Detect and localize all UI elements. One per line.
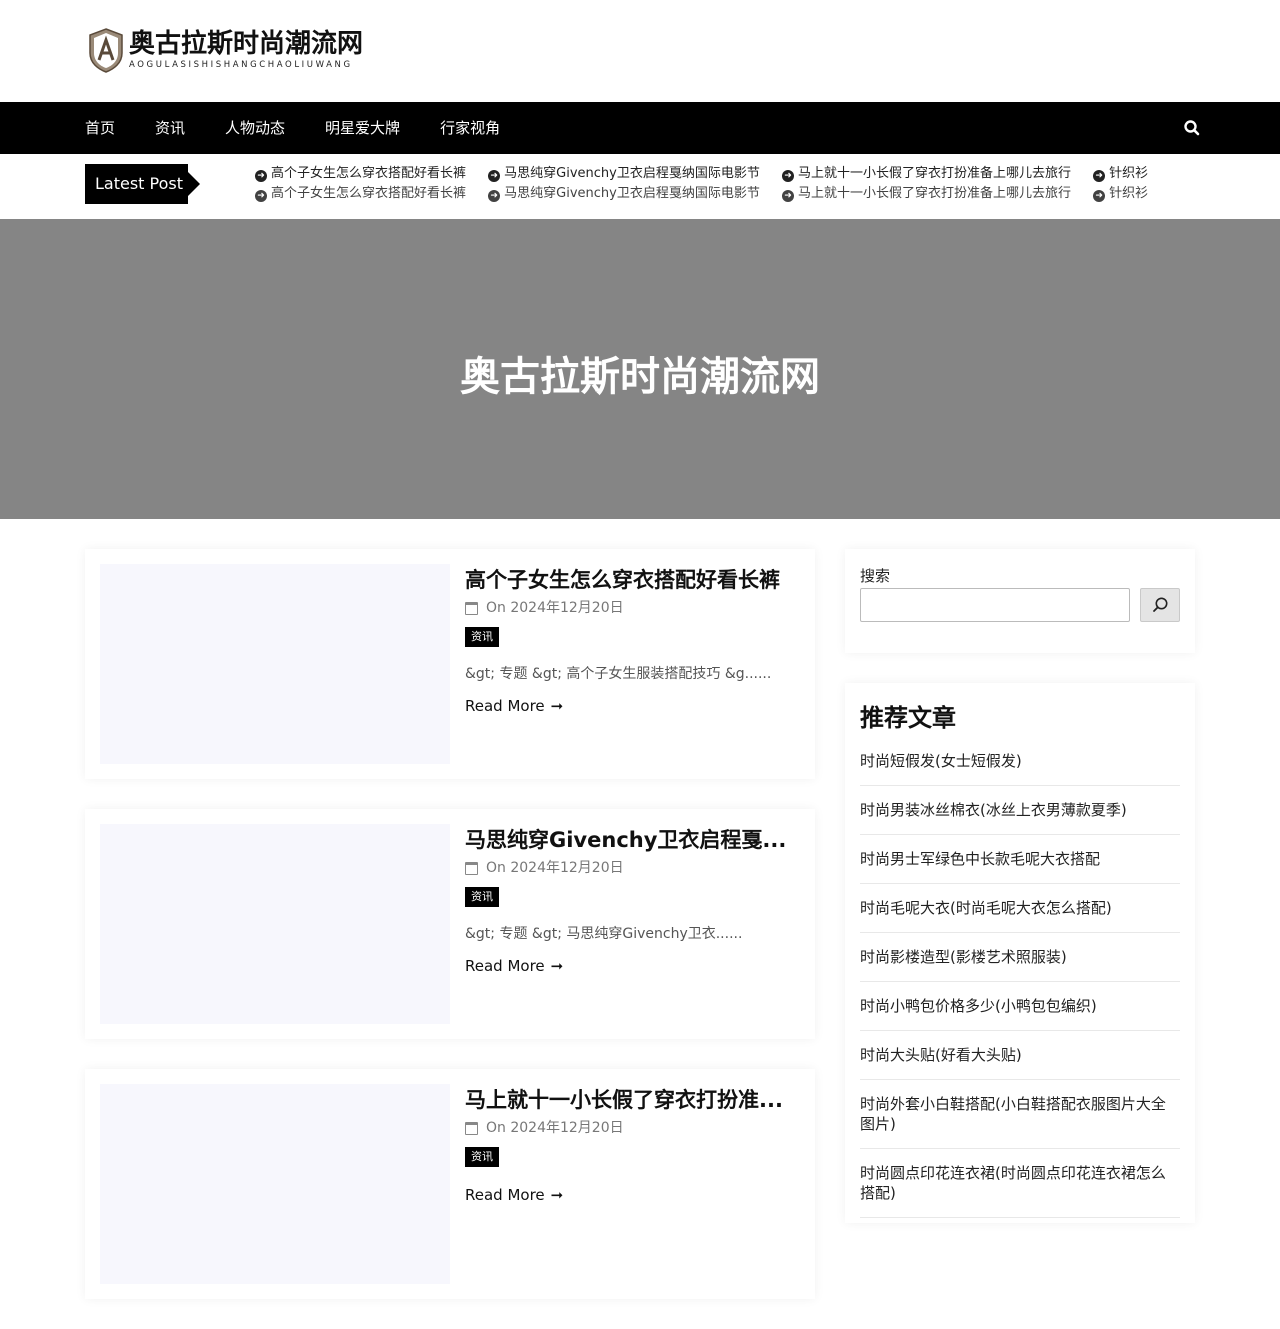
site-logo[interactable]: 奥古拉斯时尚潮流网 AOGULASISHISHANGCHAOLIUWANG bbox=[87, 27, 363, 73]
calendar-icon bbox=[465, 1121, 478, 1135]
sidebar: 搜索 推荐文章 时尚短假发(女士短假发) 时尚男装冰丝棉衣(冰丝上衣男薄款夏季)… bbox=[845, 549, 1195, 1253]
search-icon[interactable] bbox=[1182, 118, 1202, 138]
post-category-badge[interactable]: 资讯 bbox=[465, 1147, 499, 1167]
arrow-right-icon: ➞ bbox=[550, 1186, 564, 1204]
recommended-widget: 推荐文章 时尚短假发(女士短假发) 时尚男装冰丝棉衣(冰丝上衣男薄款夏季) 时尚… bbox=[845, 683, 1195, 1223]
nav-item-people[interactable]: 人物动态 bbox=[225, 102, 285, 154]
site-header: 奥古拉斯时尚潮流网 AOGULASISHISHANGCHAOLIUWANG bbox=[0, 0, 1280, 102]
search-label: 搜索 bbox=[860, 567, 891, 585]
latest-post-ticker: Latest Post ➜ 高个子女生怎么穿衣搭配好看长裤 ➜ 马思纯穿Givenc… bbox=[0, 154, 1280, 219]
ticker-item-text: 高个子女生怎么穿衣搭配好看长裤 bbox=[271, 186, 467, 201]
ticker-item[interactable]: ➜ 针织衫 bbox=[1093, 184, 1148, 204]
arrow-right-icon: ➞ bbox=[550, 697, 564, 715]
search-widget: 搜索 bbox=[845, 549, 1195, 653]
ticker-item[interactable]: ➜ 针织衫 bbox=[1093, 164, 1148, 184]
ticker-row-next: ➜ 高个子女生怎么穿衣搭配好看长裤 ➜ 马思纯穿Givenchy卫衣启程戛纳国际电影… bbox=[255, 184, 1195, 204]
post-title[interactable]: 马上就十一小长假了穿衣打扮准... bbox=[465, 1084, 800, 1116]
search-icon bbox=[1153, 597, 1168, 612]
post-title[interactable]: 高个子女生怎么穿衣搭配好看长裤 bbox=[465, 564, 800, 596]
read-more-link[interactable]: Read More ➞ bbox=[465, 954, 800, 978]
arrow-circle-right-icon: ➜ bbox=[782, 170, 794, 182]
post-date-text: On 2024年12月20日 bbox=[486, 1120, 624, 1136]
nav-item-expert-view[interactable]: 行家视角 bbox=[440, 102, 500, 154]
post-thumbnail[interactable] bbox=[100, 1084, 450, 1284]
hero-banner: 奥古拉斯时尚潮流网 bbox=[0, 219, 1280, 519]
ticker-item[interactable]: ➜ 高个子女生怎么穿衣搭配好看长裤 bbox=[255, 164, 466, 184]
nav-item-home[interactable]: 首页 bbox=[85, 102, 115, 154]
post-category-badge[interactable]: 资讯 bbox=[465, 627, 499, 647]
read-more-label: Read More bbox=[465, 1186, 545, 1204]
post-date: On 2024年12月20日 bbox=[465, 596, 800, 620]
recommended-item[interactable]: 时尚短假发(女士短假发) bbox=[860, 751, 1180, 786]
post-date: On 2024年12月20日 bbox=[465, 856, 800, 880]
recommended-item[interactable]: 时尚男士军绿色中长款毛呢大衣搭配 bbox=[860, 835, 1180, 884]
recommended-item[interactable]: 时尚毛呢大衣(时尚毛呢大衣怎么搭配) bbox=[860, 884, 1180, 933]
ticker-item[interactable]: ➜ 高个子女生怎么穿衣搭配好看长裤 bbox=[255, 184, 466, 204]
ticker-track: ➜ 高个子女生怎么穿衣搭配好看长裤 ➜ 马思纯穿Givenchy卫衣启程戛纳国际电影… bbox=[255, 164, 1195, 204]
post-card: 高个子女生怎么穿衣搭配好看长裤 On 2024年12月20日 资讯 &gt; 专… bbox=[85, 549, 815, 779]
ticker-item-text: 马上就十一小长假了穿衣打扮准备上哪儿去旅行 bbox=[798, 166, 1072, 181]
post-list: 高个子女生怎么穿衣搭配好看长裤 On 2024年12月20日 资讯 &gt; 专… bbox=[85, 549, 815, 1329]
recommended-title: 推荐文章 bbox=[860, 704, 956, 732]
search-input[interactable] bbox=[860, 588, 1130, 622]
read-more-link[interactable]: Read More ➞ bbox=[465, 1183, 800, 1207]
ticker-item-text: 马思纯穿Givenchy卫衣启程戛纳国际电影节 bbox=[504, 166, 760, 181]
post-thumbnail[interactable] bbox=[100, 824, 450, 1024]
logo-subtitle: AOGULASISHISHANGCHAOLIUWANG bbox=[129, 60, 353, 70]
arrow-circle-right-icon: ➜ bbox=[782, 190, 794, 202]
logo-shield-icon bbox=[89, 28, 123, 73]
calendar-icon bbox=[465, 601, 478, 615]
search-submit-button[interactable] bbox=[1140, 588, 1180, 622]
arrow-circle-right-icon: ➜ bbox=[1093, 170, 1106, 182]
recommended-item[interactable]: 时尚影楼造型(影楼艺术照服装) bbox=[860, 933, 1180, 982]
hero-title: 奥古拉斯时尚潮流网 bbox=[460, 354, 820, 400]
post-card: 马上就十一小长假了穿衣打扮准... On 2024年12月20日 资讯 Read… bbox=[85, 1069, 815, 1299]
post-excerpt: &gt; 专题 &gt; 马思纯穿Givenchy卫衣...... bbox=[465, 926, 743, 942]
post-card: 马思纯穿Givenchy卫衣启程戛... On 2024年12月20日 资讯 &… bbox=[85, 809, 815, 1039]
recommended-item[interactable]: 时尚大头贴(好看大头贴) bbox=[860, 1031, 1180, 1080]
ticker-item-text: 马思纯穿Givenchy卫衣启程戛纳国际电影节 bbox=[504, 186, 760, 201]
ticker-item[interactable]: ➜ 马上就十一小长假了穿衣打扮准备上哪儿去旅行 bbox=[782, 164, 1071, 184]
ticker-item-text: 针织衫 bbox=[1109, 166, 1149, 181]
ticker-item-text: 高个子女生怎么穿衣搭配好看长裤 bbox=[271, 166, 467, 181]
read-more-label: Read More bbox=[465, 697, 545, 715]
ticker-item[interactable]: ➜ 马上就十一小长假了穿衣打扮准备上哪儿去旅行 bbox=[782, 184, 1071, 204]
nav-item-celebrity-brands[interactable]: 明星爱大牌 bbox=[325, 102, 400, 154]
arrow-circle-right-icon: ➜ bbox=[1093, 190, 1106, 202]
read-more-link[interactable]: Read More ➞ bbox=[465, 694, 800, 718]
post-date: On 2024年12月20日 bbox=[465, 1116, 800, 1140]
recommended-item[interactable]: 时尚男装冰丝棉衣(冰丝上衣男薄款夏季) bbox=[860, 786, 1180, 835]
arrow-circle-right-icon: ➜ bbox=[255, 190, 267, 202]
logo-title: 奥古拉斯时尚潮流网 bbox=[129, 29, 364, 59]
read-more-label: Read More bbox=[465, 957, 545, 975]
post-title[interactable]: 马思纯穿Givenchy卫衣启程戛... bbox=[465, 824, 800, 856]
post-date-text: On 2024年12月20日 bbox=[486, 600, 624, 616]
arrow-circle-right-icon: ➜ bbox=[488, 190, 501, 202]
ticker-item-text: 马上就十一小长假了穿衣打扮准备上哪儿去旅行 bbox=[798, 186, 1072, 201]
recommended-list: 时尚短假发(女士短假发) 时尚男装冰丝棉衣(冰丝上衣男薄款夏季) 时尚男士军绿色… bbox=[860, 751, 1180, 1218]
arrow-circle-right-icon: ➜ bbox=[255, 170, 267, 182]
arrow-circle-right-icon: ➜ bbox=[488, 170, 501, 182]
nav-item-news[interactable]: 资讯 bbox=[155, 102, 185, 154]
ticker-item-text: 针织衫 bbox=[1109, 186, 1149, 201]
ticker-item[interactable]: ➜ 马思纯穿Givenchy卫衣启程戛纳国际电影节 bbox=[488, 164, 760, 184]
latest-post-label: Latest Post bbox=[85, 164, 200, 204]
post-excerpt: &gt; 专题 &gt; 高个子女生服装搭配技巧 &g...... bbox=[465, 666, 772, 682]
post-thumbnail[interactable] bbox=[100, 564, 450, 764]
arrow-right-icon: ➞ bbox=[550, 957, 564, 975]
post-category-badge[interactable]: 资讯 bbox=[465, 887, 499, 907]
recommended-item[interactable]: 时尚外套小白鞋搭配(小白鞋搭配衣服图片大全图片) bbox=[860, 1080, 1180, 1149]
ticker-row: ➜ 高个子女生怎么穿衣搭配好看长裤 ➜ 马思纯穿Givenchy卫衣启程戛纳国际电影… bbox=[255, 164, 1195, 184]
post-date-text: On 2024年12月20日 bbox=[486, 860, 624, 876]
calendar-icon bbox=[465, 861, 478, 875]
main-nav: 首页 资讯 人物动态 明星爱大牌 行家视角 bbox=[0, 102, 1280, 154]
ticker-item[interactable]: ➜ 马思纯穿Givenchy卫衣启程戛纳国际电影节 bbox=[488, 184, 760, 204]
recommended-item[interactable]: 时尚小鸭包价格多少(小鸭包包编织) bbox=[860, 982, 1180, 1031]
nav-list: 首页 资讯 人物动态 明星爱大牌 行家视角 bbox=[85, 102, 540, 154]
recommended-item[interactable]: 时尚圆点印花连衣裙(时尚圆点印花连衣裙怎么搭配) bbox=[860, 1149, 1180, 1218]
